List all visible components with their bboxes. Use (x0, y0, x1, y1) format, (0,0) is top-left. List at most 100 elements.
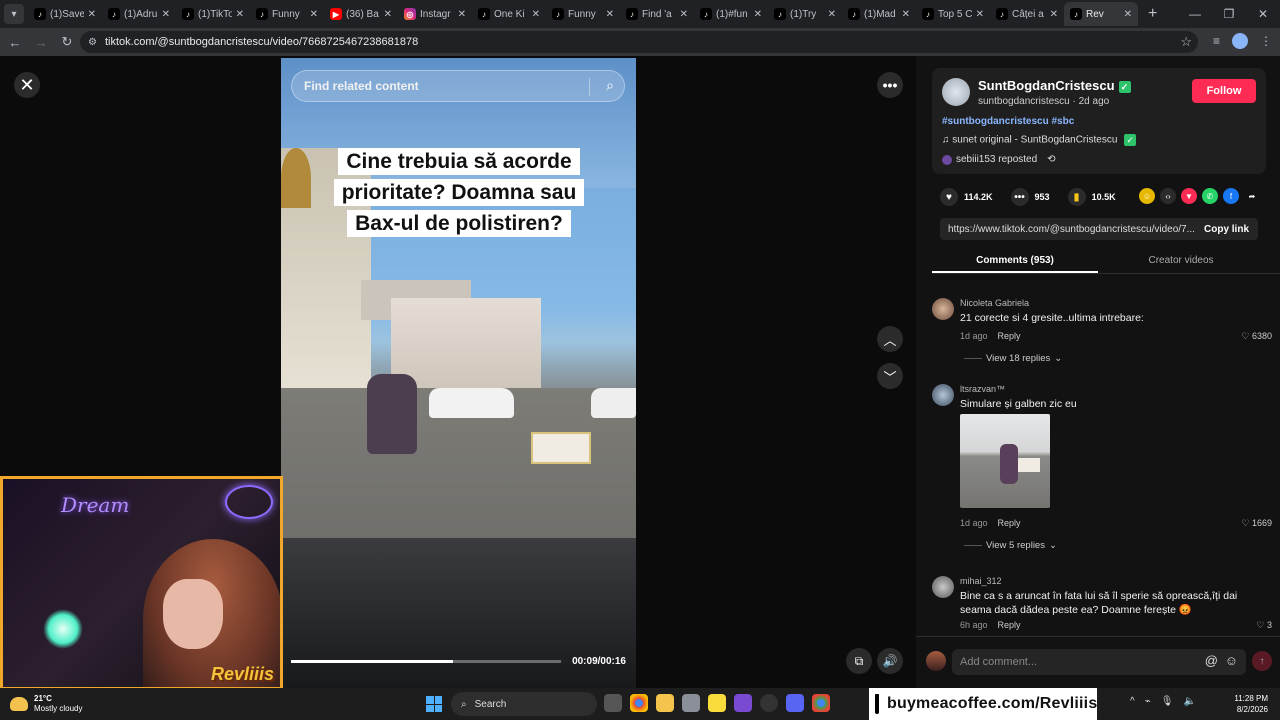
obs-icon[interactable] (760, 694, 778, 712)
tab-item[interactable]: ♪ (1)Adru ✕ (102, 2, 176, 26)
new-tab-icon[interactable]: + (1148, 5, 1157, 23)
mic-icon[interactable]: 🎙 (1161, 696, 1174, 707)
tab-close-icon[interactable]: ✕ (680, 9, 688, 20)
chrome-menu-icon[interactable]: ⋮ (1260, 34, 1272, 48)
post-link[interactable]: https://www.tiktok.com/@suntbogdancriste… (948, 224, 1194, 235)
comment-image[interactable] (960, 414, 1050, 508)
commenter-name[interactable]: ltsrazvan™ (960, 384, 1005, 394)
tab-close-icon[interactable]: ✕ (902, 9, 910, 20)
comment-like[interactable]: ♡ 3 (1256, 620, 1272, 631)
tab-creator-videos[interactable]: Creator videos (1098, 252, 1264, 273)
tab-close-icon[interactable]: ✕ (162, 9, 170, 20)
tab-item[interactable]: ♪ One Ki ✕ (472, 2, 546, 26)
tab-close-icon[interactable]: ✕ (236, 9, 244, 20)
sound-link[interactable]: ♫ sunet original - SuntBogdanCristescu ✓ (942, 134, 1137, 146)
close-window-icon[interactable]: ✕ (1246, 7, 1280, 21)
tab-item[interactable]: ♪ Rev ✕ (1064, 2, 1138, 26)
coin-icon[interactable]: ☺ (1139, 188, 1155, 204)
creator-name[interactable]: SuntBogdanCristescu ✓ (978, 78, 1131, 93)
windows-start-icon[interactable] (426, 696, 442, 712)
profile-avatar[interactable] (1232, 33, 1248, 49)
mini-player-icon[interactable]: ⧉ (846, 648, 872, 674)
chevron-up-icon[interactable]: ^ (1130, 696, 1135, 707)
reply-button[interactable]: Reply (998, 518, 1021, 528)
whatsapp-icon[interactable]: ✆ (1202, 188, 1218, 204)
tab-close-icon[interactable]: ✕ (88, 9, 96, 20)
reply-button[interactable]: Reply (998, 620, 1021, 630)
repost-text[interactable]: sebiii153 reposted (956, 154, 1037, 165)
close-icon[interactable]: ✕ (14, 72, 40, 98)
tab-item[interactable]: ◎ Instagr ✕ (398, 2, 472, 26)
sticky-notes-icon[interactable] (708, 694, 726, 712)
embed-icon[interactable]: ‹› (1160, 188, 1176, 204)
discord-icon[interactable] (786, 694, 804, 712)
commenter-avatar[interactable] (932, 576, 954, 598)
commenter-name[interactable]: mihai_312 (960, 576, 1002, 586)
hashtags[interactable]: #suntbogdancristescu #sbc (942, 116, 1074, 127)
comment-like[interactable]: ♡ 1669 (1241, 518, 1272, 529)
comment-action[interactable]: ••• 953 (1010, 188, 1050, 206)
bookmark-star-icon[interactable]: ☆ (1180, 34, 1192, 50)
tab-close-icon[interactable]: ✕ (828, 9, 836, 20)
tab-close-icon[interactable]: ✕ (606, 9, 614, 20)
send-to-friends-icon[interactable]: ▼ (1181, 188, 1197, 204)
chevron-down-icon[interactable]: ﹀ (877, 363, 903, 389)
tab-item[interactable]: ♪ (1)#fun ✕ (694, 2, 768, 26)
tab-comments[interactable]: Comments (953) (932, 252, 1098, 273)
file-explorer-icon[interactable] (656, 694, 674, 712)
volume-icon[interactable]: 🔊 (877, 648, 903, 674)
copy-link-button[interactable]: Copy link (1204, 224, 1249, 235)
tab-media-icon[interactable]: ≡ (1213, 34, 1220, 48)
site-info-icon[interactable]: ⚙ (88, 37, 97, 48)
tab-close-icon[interactable]: ✕ (458, 9, 466, 20)
search-icon[interactable]: ⌕ (606, 77, 614, 94)
comment-like[interactable]: ♡ 6380 (1241, 331, 1272, 342)
comment-input[interactable]: Add comment... @ ☺ (952, 649, 1246, 675)
settings-icon[interactable] (682, 694, 700, 712)
commenter-avatar[interactable] (932, 298, 954, 320)
tab-item[interactable]: ▶ (36) Ba ✕ (324, 2, 398, 26)
address-bar[interactable]: ⚙ tiktok.com/@suntbogdancristescu/video/… (80, 31, 1198, 53)
clock[interactable]: 11:28 PM 8/2/2026 (1234, 693, 1268, 715)
tab-close-icon[interactable]: ✕ (532, 9, 540, 20)
tab-item[interactable]: ♪ Funny ✕ (250, 2, 324, 26)
commenter-name[interactable]: Nicoleta Gabriela (960, 298, 1029, 308)
like-action[interactable]: ♥ 114.2K (940, 188, 993, 206)
view-replies[interactable]: View 18 replies ⌄ (964, 353, 1062, 364)
facebook-icon[interactable]: f (1223, 188, 1239, 204)
tab-close-icon[interactable]: ✕ (384, 9, 392, 20)
tab-close-icon[interactable]: ✕ (754, 9, 762, 20)
tab-item[interactable]: ♪ (1)Try ✕ (768, 2, 842, 26)
network-icon[interactable]: ⌁ (1145, 696, 1151, 707)
task-view-icon[interactable] (604, 694, 622, 712)
tab-close-icon[interactable]: ✕ (310, 9, 318, 20)
video-player[interactable]: Find related content ⌕ Cine trebuia să a… (281, 58, 636, 688)
tab-search-icon[interactable]: ▾ (4, 4, 24, 24)
tab-item[interactable]: ♪ (1)Mad ✕ (842, 2, 916, 26)
view-replies[interactable]: View 5 replies ⌄ (964, 540, 1057, 551)
tab-item[interactable]: ♪ Find 'a ✕ (620, 2, 694, 26)
tab-item[interactable]: ♪ (1)Save ✕ (28, 2, 102, 26)
tab-close-icon[interactable]: ✕ (1124, 9, 1132, 20)
taskbar-search[interactable]: ⌕ Search (451, 692, 597, 716)
app-icon[interactable] (734, 694, 752, 712)
tab-item[interactable]: ♪ Top 5 C ✕ (916, 2, 990, 26)
chrome-active-icon[interactable] (812, 694, 830, 712)
more-options-icon[interactable]: ••• (877, 72, 903, 98)
tab-close-icon[interactable]: ✕ (1050, 9, 1058, 20)
tab-item[interactable]: ♪ Funny ✕ (546, 2, 620, 26)
chevron-up-icon[interactable]: ︿ (877, 326, 903, 352)
find-related-search[interactable]: Find related content ⌕ (291, 70, 625, 102)
tab-item[interactable]: ♪ (1)TikTo ✕ (176, 2, 250, 26)
video-progress-bar[interactable] (291, 660, 561, 663)
share-arrow-icon[interactable]: ➦ (1244, 188, 1260, 204)
creator-avatar[interactable] (942, 78, 970, 106)
follow-button[interactable]: Follow (1192, 79, 1256, 103)
restore-icon[interactable]: ❐ (1212, 7, 1246, 21)
mention-icon[interactable]: @ (1205, 653, 1218, 668)
minimize-icon[interactable]: — (1178, 7, 1212, 21)
tab-close-icon[interactable]: ✕ (976, 9, 984, 20)
commenter-avatar[interactable] (932, 384, 954, 406)
tab-item[interactable]: ♪ Câței a ✕ (990, 2, 1064, 26)
send-icon[interactable]: ↑ (1252, 651, 1272, 671)
